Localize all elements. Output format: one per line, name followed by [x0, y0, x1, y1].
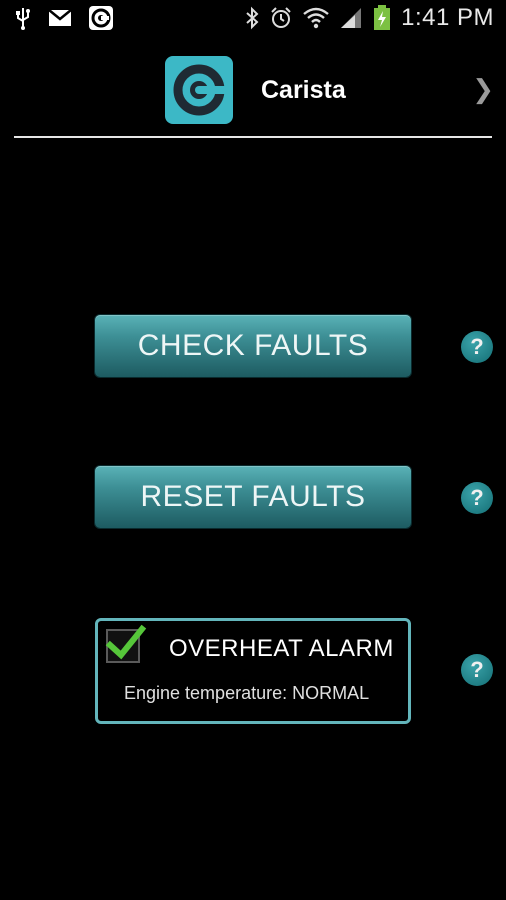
checkmark-icon — [105, 624, 147, 660]
alarm-icon — [269, 6, 293, 30]
battery-charging-icon — [373, 5, 391, 31]
usb-icon — [14, 6, 32, 30]
bluetooth-icon — [245, 6, 259, 30]
signal-icon — [339, 7, 363, 29]
overheat-alarm-checkbox[interactable] — [105, 624, 147, 663]
engine-temperature-status: Engine temperature: NORMAL — [124, 683, 370, 703]
help-icon[interactable]: ? — [461, 654, 493, 686]
status-bar: 1:41 PM — [0, 0, 506, 36]
chevron-right-icon[interactable]: ❯ — [472, 74, 494, 105]
status-time: 1:41 PM — [401, 4, 494, 31]
carista-notification-icon — [88, 5, 114, 31]
app-title: Carista — [261, 76, 346, 104]
carista-logo-icon — [165, 56, 233, 124]
check-faults-button[interactable]: CHECK FAULTS — [95, 315, 411, 377]
gmail-icon — [48, 9, 72, 27]
app-header: Carista ❯ — [0, 36, 506, 138]
overheat-alarm-label: OVERHEAT ALARM — [169, 635, 394, 662]
wifi-icon — [303, 7, 329, 29]
overheat-alarm-panel[interactable]: OVERHEAT ALARM Engine temperature: NORMA… — [95, 618, 411, 724]
help-icon[interactable]: ? — [461, 331, 493, 363]
help-icon[interactable]: ? — [461, 482, 493, 514]
header-divider — [14, 136, 492, 138]
reset-faults-button[interactable]: RESET FAULTS — [95, 466, 411, 528]
